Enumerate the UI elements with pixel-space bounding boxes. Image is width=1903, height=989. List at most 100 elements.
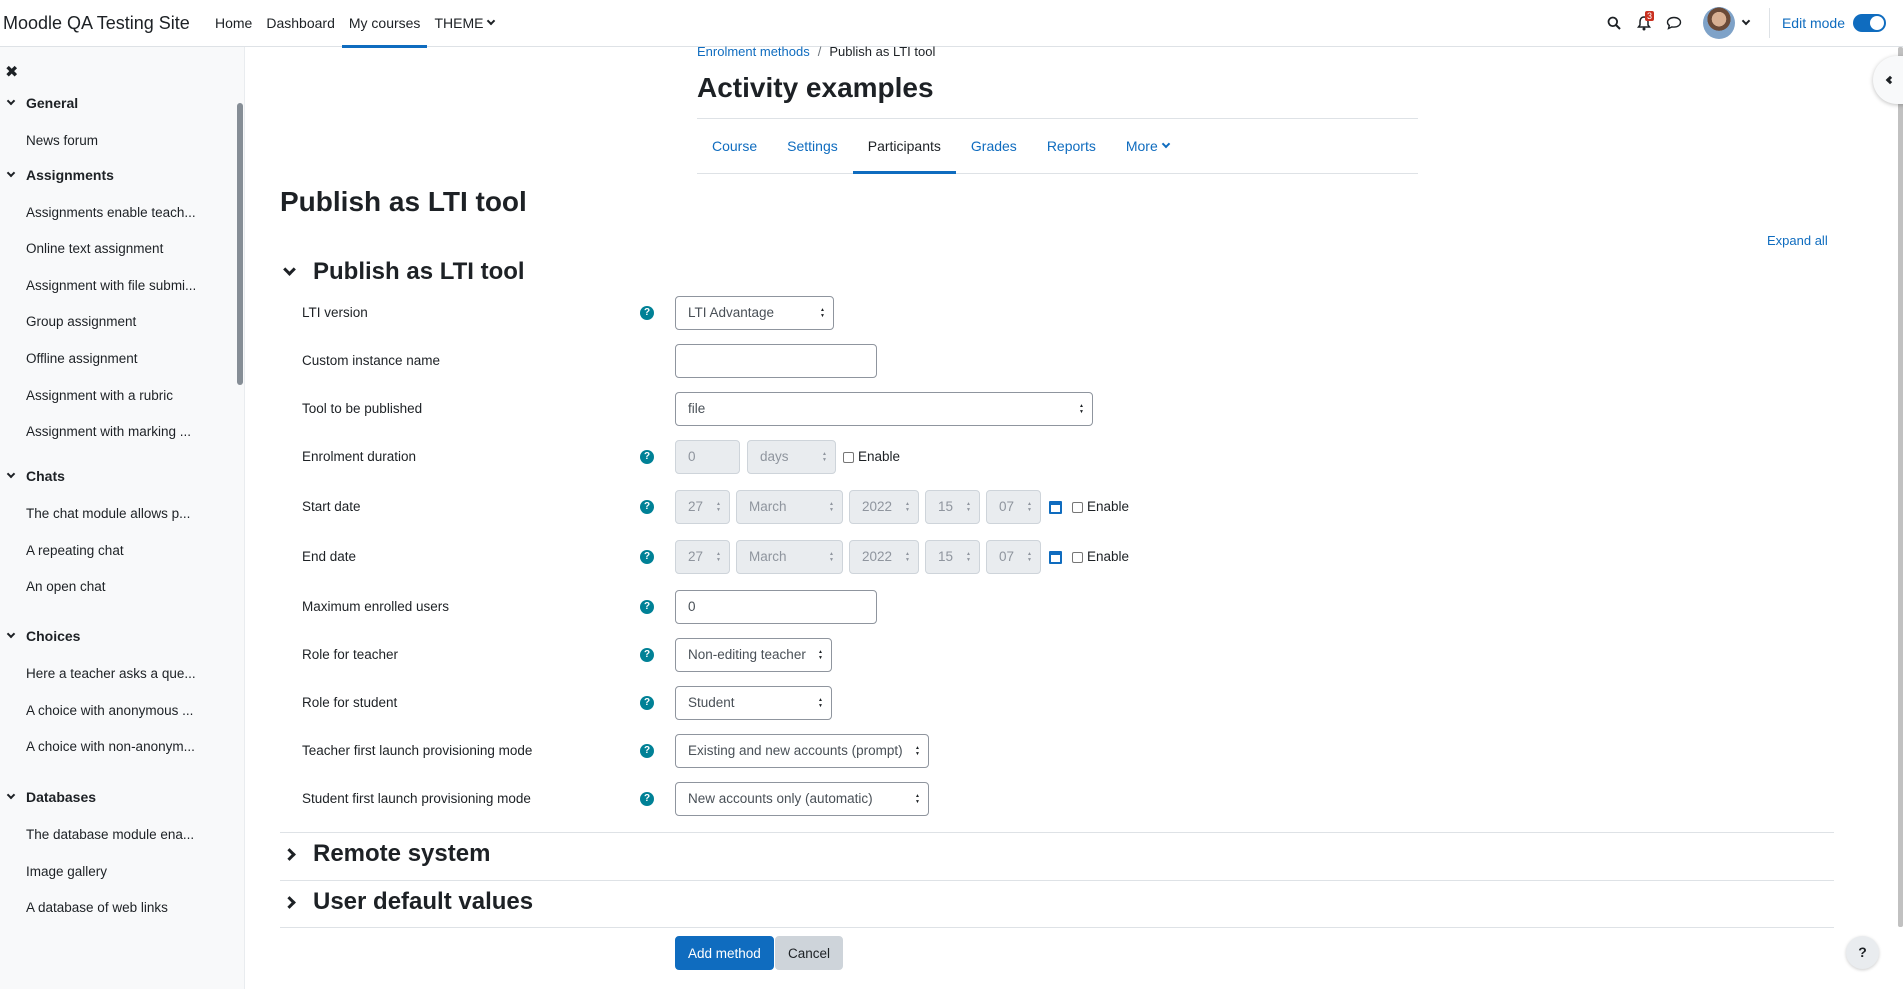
help-icon[interactable]: ? [640, 306, 654, 320]
field-label: Role for student [302, 695, 398, 710]
list-item[interactable]: Assignment with a rubric [26, 388, 204, 403]
messages-button[interactable] [1659, 8, 1689, 38]
form-row-role-teacher: Role for teacher ? Non-editing teacher [302, 638, 1202, 672]
section-general[interactable]: General [6, 95, 79, 111]
list-item[interactable]: A choice with non-anonym... [26, 739, 204, 754]
breadcrumb-enrolment-methods[interactable]: Enrolment methods [697, 44, 810, 59]
section-title: Choices [26, 628, 81, 644]
list-item[interactable]: Online text assignment [26, 241, 204, 256]
expand-all-link[interactable]: Expand all [1767, 233, 1828, 248]
tab-course[interactable]: Course [697, 119, 772, 173]
section-title: General [26, 95, 79, 111]
site-name[interactable]: Moodle QA Testing Site [0, 13, 200, 34]
nav-home[interactable]: Home [208, 0, 259, 47]
tab-reports[interactable]: Reports [1032, 119, 1111, 173]
list-item[interactable]: Image gallery [26, 864, 204, 879]
max-enrolled-users-input[interactable]: 0 [675, 590, 877, 624]
tool-select[interactable]: file [675, 392, 1093, 426]
start-day-select[interactable]: 27 [675, 490, 730, 524]
list-item[interactable]: A choice with anonymous ... [26, 703, 204, 718]
student-provisioning-select[interactable]: New accounts only (automatic) [675, 782, 929, 816]
edit-mode-toggle[interactable] [1853, 14, 1886, 32]
tab-more[interactable]: More [1111, 119, 1184, 173]
notification-count-badge: 3 [1644, 11, 1654, 21]
role-teacher-select[interactable]: Non-editing teacher [675, 638, 832, 672]
end-minute-select[interactable]: 07 [986, 540, 1041, 574]
navbar-right: 3 Edit mode [1599, 0, 1903, 47]
help-icon[interactable]: ? [640, 450, 654, 464]
end-year-select[interactable]: 2022 [849, 540, 919, 574]
chevron-right-icon [283, 895, 296, 909]
fieldset-divider [280, 880, 1834, 881]
close-icon[interactable]: ✖ [5, 62, 18, 82]
help-icon[interactable]: ? [640, 648, 654, 662]
add-method-button[interactable]: Add method [675, 936, 774, 970]
list-item[interactable]: The database module ena... [26, 827, 204, 842]
nav-dashboard[interactable]: Dashboard [259, 0, 342, 47]
nav-theme[interactable]: THEME [427, 0, 501, 47]
start-year-select[interactable]: 2022 [849, 490, 919, 524]
list-item[interactable]: Assignments enable teach... [26, 205, 204, 220]
help-icon[interactable]: ? [640, 500, 654, 514]
fieldset-toggle-defaults[interactable]: User default values [283, 888, 533, 916]
teacher-provisioning-select[interactable]: Existing and new accounts (prompt) [675, 734, 929, 768]
help-icon[interactable]: ? [640, 744, 654, 758]
drawer-scrollbar[interactable] [237, 103, 243, 385]
list-item[interactable]: Here a teacher asks a que... [26, 666, 204, 681]
help-icon[interactable]: ? [640, 792, 654, 806]
lti-version-select[interactable]: LTI Advantage [675, 296, 834, 330]
custom-instance-name-input[interactable] [675, 344, 877, 378]
start-date-enable-checkbox[interactable] [1072, 502, 1083, 513]
user-avatar[interactable] [1702, 7, 1735, 39]
list-item[interactable]: Offline assignment [26, 351, 204, 366]
list-item[interactable]: Assignment with marking ... [26, 424, 204, 439]
search-button[interactable] [1599, 8, 1629, 38]
list-item[interactable]: The chat module allows p... [26, 506, 204, 521]
section-choices[interactable]: Choices [6, 628, 81, 644]
end-month-select[interactable]: March [736, 540, 843, 574]
list-item[interactable]: Group assignment [26, 314, 204, 329]
section-chats[interactable]: Chats [6, 468, 65, 484]
secondary-navigation: Course Settings Participants Grades Repo… [697, 118, 1418, 174]
help-floating-button[interactable]: ? [1846, 936, 1879, 969]
list-item[interactable]: A repeating chat [26, 543, 204, 558]
calendar-icon[interactable] [1049, 551, 1062, 564]
section-databases[interactable]: Databases [6, 789, 96, 805]
enrolment-duration-enable-checkbox[interactable] [843, 452, 854, 463]
end-date-enable-checkbox[interactable] [1072, 552, 1083, 563]
list-item[interactable]: A database of web links [26, 900, 204, 915]
start-month-select[interactable]: March [736, 490, 843, 524]
end-day-select[interactable]: 27 [675, 540, 730, 574]
tab-participants[interactable]: Participants [852, 119, 957, 174]
nav-my-courses[interactable]: My courses [341, 0, 428, 48]
chevron-down-icon[interactable] [1741, 16, 1751, 26]
enrolment-duration-input[interactable]: 0 [675, 440, 740, 474]
list-item[interactable]: News forum [26, 133, 204, 148]
fieldset-toggle-remote[interactable]: Remote system [283, 840, 490, 868]
field-label: Custom instance name [302, 353, 441, 368]
list-item[interactable]: Assignment with file submi... [26, 278, 204, 293]
end-hour-select[interactable]: 15 [925, 540, 980, 574]
section-assignments[interactable]: Assignments [6, 167, 114, 183]
role-student-select[interactable]: Student [675, 686, 832, 720]
page-scrollbar[interactable] [1898, 47, 1903, 927]
help-icon[interactable]: ? [640, 696, 654, 710]
cancel-button[interactable]: Cancel [775, 936, 844, 970]
start-minute-select[interactable]: 07 [986, 490, 1041, 524]
tab-grades[interactable]: Grades [956, 119, 1032, 173]
help-icon[interactable]: ? [640, 600, 654, 614]
fieldset-divider [280, 927, 1834, 928]
form-row-teacher-provisioning: Teacher first launch provisioning mode ?… [302, 734, 1202, 768]
list-item[interactable]: An open chat [26, 579, 204, 594]
notifications-button[interactable]: 3 [1629, 8, 1659, 38]
start-hour-select[interactable]: 15 [925, 490, 980, 524]
calendar-icon[interactable] [1049, 501, 1062, 514]
block-drawer-toggle[interactable] [1873, 56, 1903, 104]
enrolment-duration-unit-select[interactable]: days [747, 440, 836, 474]
fieldset-toggle-publish[interactable]: Publish as LTI tool [283, 258, 525, 286]
chevron-down-icon [6, 96, 16, 106]
help-icon[interactable]: ? [640, 550, 654, 564]
tab-settings[interactable]: Settings [772, 119, 853, 173]
breadcrumb-separator: / [817, 44, 822, 59]
chevron-down-icon [6, 790, 16, 800]
